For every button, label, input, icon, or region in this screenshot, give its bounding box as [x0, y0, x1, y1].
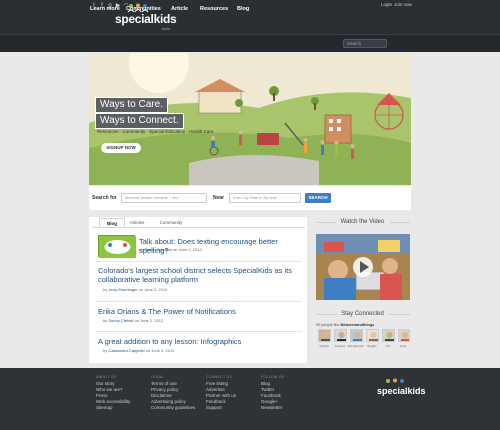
main-nav — [0, 34, 500, 52]
footer-heading-legal: LEGAL — [151, 375, 164, 379]
word-kids-logo-icon — [99, 236, 136, 258]
post-date-4: on June 2, 2012 — [145, 348, 175, 353]
tab-divider — [92, 227, 305, 228]
post-author-2[interactable]: Jerry Ensminger — [108, 287, 137, 292]
avatar-name: Brigitte — [367, 344, 377, 348]
avatar-name: Tim — [385, 344, 391, 348]
stay-connected-title: Stay Connected — [341, 311, 384, 317]
avatar-photo — [335, 330, 346, 341]
avatar-photo — [367, 330, 378, 341]
login-link[interactable]: Login — [381, 2, 392, 8]
signup-button[interactable]: SIGNUP NOW — [101, 143, 141, 153]
post-by-3: by — [103, 318, 108, 323]
post-date-2: on June 2, 2012 — [138, 287, 168, 292]
hero-banner: Ways to Care. Ways to Connect. Resources… — [89, 53, 411, 185]
tab-community[interactable]: Community — [151, 218, 191, 227]
avatar[interactable] — [382, 329, 395, 342]
post-title-2[interactable]: Colorado's largest school district selec… — [98, 266, 298, 284]
nav-communities[interactable]: Communities — [126, 5, 161, 13]
video-player[interactable] — [316, 234, 410, 300]
join-link[interactable]: Join now — [394, 2, 412, 8]
post-title-4[interactable]: A great addition to any lesson: Infograp… — [98, 337, 298, 346]
footer-heading-connect: CONNECT US — [206, 375, 233, 379]
top-bar — [0, 0, 500, 34]
avatar-name: Gina — [399, 344, 407, 348]
avatar[interactable] — [366, 329, 379, 342]
footer-link[interactable]: Newsletter — [261, 405, 282, 411]
nav-resources[interactable]: Resources — [200, 5, 228, 13]
avatar-photo — [319, 330, 330, 341]
footer-link[interactable]: Support — [206, 405, 222, 411]
footer-heading-about: ABOUT US — [96, 375, 117, 379]
search-keywords-input[interactable]: keywords (autism, therapist ... etc) — [121, 193, 207, 203]
post-divider — [96, 301, 302, 302]
avatar[interactable] — [350, 329, 363, 342]
tab-blog[interactable]: Blog — [99, 218, 125, 227]
hero-headline-connect: Ways to Connect. — [95, 113, 184, 129]
avatar-name: Ed Hammer — [348, 344, 365, 348]
near-label: Near — [213, 195, 225, 201]
site-logo[interactable]: specialkids — [115, 12, 177, 26]
nav-learn-more[interactable]: Learn more — [90, 5, 120, 13]
likes-count: 90 people like Betweenandthings — [316, 323, 374, 328]
post-meta-4: by Cassandra Cappello on June 2, 2012 — [103, 348, 174, 353]
post-meta-1: by Simon Johnson on June 2, 2012 — [139, 247, 202, 252]
avatar-name: Graham — [334, 344, 346, 348]
search-button[interactable]: SEARCH — [305, 193, 331, 203]
post-divider — [96, 331, 302, 332]
avatar-photo — [383, 330, 394, 341]
avatar-photo — [351, 330, 362, 341]
likes-brand[interactable]: Betweenandthings — [341, 323, 375, 327]
post-meta-3: by Sunny Clifford on June 2, 2012 — [103, 318, 163, 323]
post-title-1[interactable]: Talk about: Does texting encourage bette… — [139, 237, 304, 255]
footer — [0, 368, 500, 430]
avatar[interactable] — [334, 329, 347, 342]
footer-logo[interactable]: specialkids — [377, 386, 426, 396]
logo-beta-label: beta — [162, 26, 170, 31]
post-date-1: on June 2, 2012 — [173, 247, 202, 252]
post-by-2: by — [103, 287, 108, 292]
post-divider — [96, 261, 302, 262]
watch-video-title: Watch the Video — [340, 219, 385, 225]
search-location-input[interactable]: Enter City, State or Zip code ... — [229, 193, 301, 203]
avatar[interactable] — [398, 329, 410, 342]
footer-heading-follow: FOLLOW US — [261, 375, 285, 379]
nav-article[interactable]: Article — [171, 5, 188, 13]
likes-count-text: 90 people like — [316, 323, 340, 327]
post-thumbnail[interactable] — [98, 235, 136, 258]
footer-link[interactable]: Sitemap — [96, 405, 113, 411]
post-author-1[interactable]: Simon Johnson — [144, 247, 172, 252]
post-title-3[interactable]: Erika Orians & The Power of Notification… — [98, 307, 298, 316]
search-for-label: Search for — [92, 195, 117, 201]
post-author-3[interactable]: Sunny Clifford — [108, 318, 133, 323]
hero-tagline: Resources · Community · Special Educatio… — [97, 129, 214, 134]
footer-link[interactable]: Community guidelines — [151, 405, 195, 411]
tab-articles[interactable]: Articles — [125, 218, 149, 227]
video-thumbnail — [316, 234, 410, 300]
avatar-photo — [399, 330, 409, 341]
post-date-3: on June 2, 2012 — [134, 318, 164, 323]
avatar-name: Sophia — [319, 344, 329, 348]
post-by-1: by — [139, 247, 144, 252]
avatar[interactable] — [318, 329, 331, 342]
post-meta-2: by Jerry Ensminger on June 2, 2012 — [103, 287, 167, 292]
nav-blog[interactable]: Blog — [237, 5, 249, 13]
header-search-input[interactable]: Search — [343, 39, 387, 48]
post-author-4[interactable]: Cassandra Cappello — [108, 348, 144, 353]
hero-headline-care: Ways to Care. — [95, 97, 168, 113]
post-by-4: by — [103, 348, 108, 353]
